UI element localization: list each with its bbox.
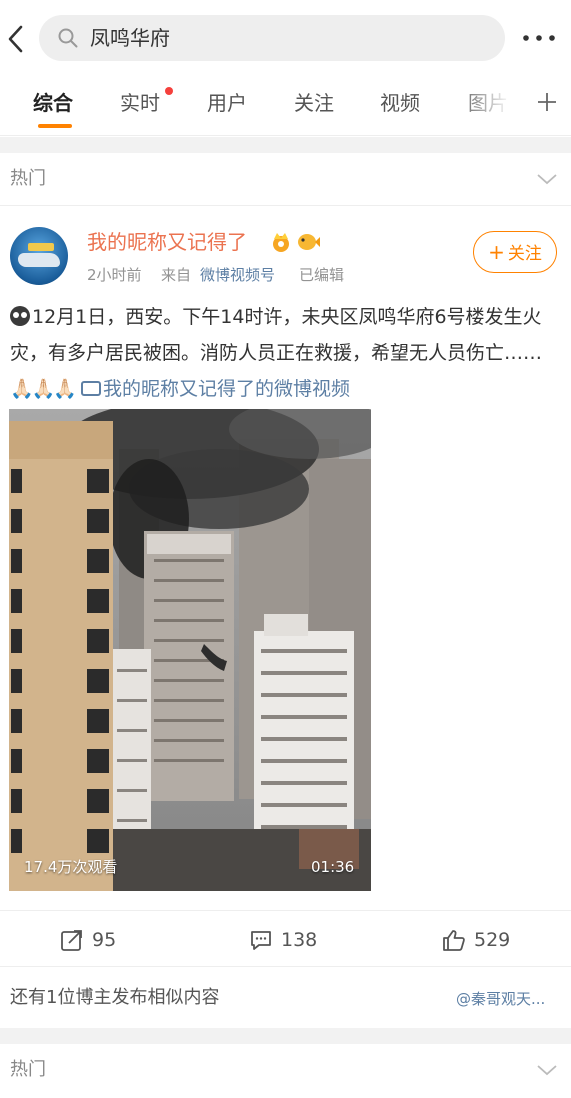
repost-count: 95 — [92, 929, 117, 951]
search-tabs: 综合 实时 用户 关注 视频 图片 — [0, 74, 571, 136]
video-link[interactable]: 我的昵称又记得了的微博视频 — [103, 378, 350, 400]
post-card: 我的昵称又记得了 2小时前 来自 微博视频号 已编辑 + 关注 12月1日，西安。… — [0, 205, 571, 1028]
pufferfish-badge-icon — [298, 234, 320, 250]
like-count: 529 — [474, 929, 511, 951]
comment-icon — [251, 931, 271, 950]
section-title: 热门 — [10, 1059, 46, 1080]
back-arrow-icon[interactable] — [4, 22, 28, 56]
top-bar: 凤鸣华府 — [0, 0, 571, 74]
post-edited: 已编辑 — [299, 266, 345, 284]
more-options-icon[interactable] — [522, 34, 558, 42]
tab-users[interactable]: 用户 — [207, 90, 247, 116]
praying-hands-emoji: 🙏🏻🙏🏻🙏🏻 — [10, 378, 77, 400]
video-thumbnail — [9, 409, 371, 891]
chevron-down-icon[interactable] — [535, 1062, 559, 1078]
video-player[interactable]: 17.4万次观看 01:36 — [9, 409, 371, 891]
avatar[interactable] — [10, 227, 68, 285]
similar-content-text: 还有1位博主发布相似内容 — [10, 987, 220, 1008]
chevron-down-icon[interactable] — [535, 171, 559, 187]
hot-section-header-2: 热门 — [0, 1044, 571, 1096]
similar-content-row[interactable]: 还有1位博主发布相似内容 @秦哥观天... — [0, 966, 571, 1029]
hot-section-header: 热门 — [0, 153, 571, 205]
follow-button[interactable]: + 关注 — [473, 231, 557, 273]
emoji-icon — [10, 306, 30, 326]
active-tab-indicator — [38, 124, 72, 128]
video-camera-icon — [80, 381, 101, 396]
search-query[interactable]: 凤鸣华府 — [90, 26, 170, 50]
similar-author-link[interactable]: @秦哥观天... — [456, 989, 545, 1009]
post-source[interactable]: 微博视频号 — [200, 265, 275, 285]
comment-count: 138 — [281, 929, 318, 951]
post-body: 12月1日，西安。下午14时许，未央区凤鸣华府6号楼发生火灾，有多户居民被困。消… — [10, 306, 543, 364]
tab-realtime[interactable]: 实时 — [120, 90, 160, 116]
new-content-dot — [165, 87, 173, 95]
tab-comprehensive[interactable]: 综合 — [33, 90, 73, 116]
tab-videos[interactable]: 视频 — [380, 90, 420, 116]
post-time: 2小时前 — [87, 266, 142, 284]
view-count: 17.4万次观看 — [24, 858, 118, 876]
crown-badge-icon — [273, 233, 289, 252]
tab-fade — [455, 74, 525, 134]
post-username[interactable]: 我的昵称又记得了 — [87, 229, 247, 255]
search-box[interactable]: 凤鸣华府 — [39, 15, 505, 61]
search-icon — [58, 28, 78, 48]
plus-icon: + — [488, 240, 505, 264]
plus-icon[interactable] — [535, 90, 559, 114]
post-text: 12月1日，西安。下午14时许，未央区凤鸣华府6号楼发生火灾，有多户居民被困。消… — [10, 299, 562, 407]
section-title: 热门 — [10, 168, 46, 189]
divider — [0, 1028, 571, 1044]
post-actions: 95 138 529 — [0, 910, 571, 966]
divider — [0, 137, 571, 153]
post-from-label: 来自 — [161, 266, 192, 284]
follow-label: 关注 — [507, 244, 542, 264]
video-duration: 01:36 — [311, 858, 355, 876]
thumbs-up-icon — [443, 930, 465, 951]
repost-icon — [61, 930, 82, 951]
tab-following[interactable]: 关注 — [294, 90, 334, 116]
